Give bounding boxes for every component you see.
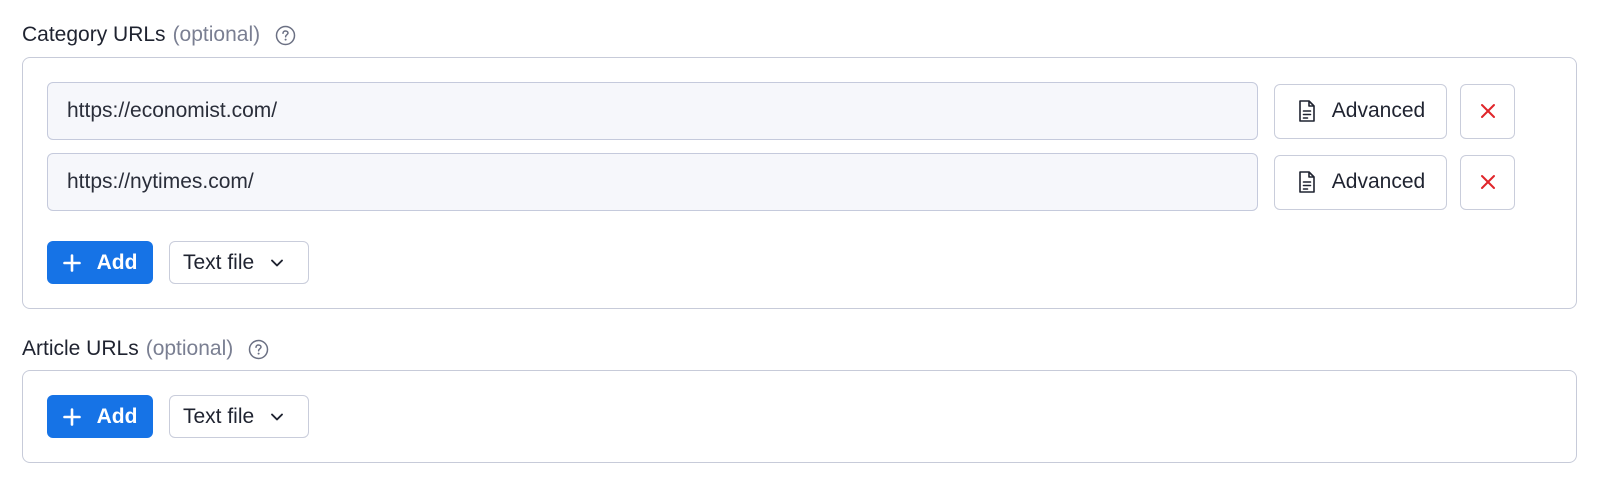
plus-icon [62,253,81,272]
article-actions: Add Text file [47,395,309,438]
question-circle-icon[interactable] [275,25,296,46]
article-urls-optional: (optional) [145,337,234,360]
document-icon [1296,99,1318,123]
category-urls-heading: Category URLs (optional) [22,20,296,50]
add-category-url-button[interactable]: Add [47,241,153,284]
category-urls-optional: (optional) [172,23,261,46]
chevron-down-icon [269,409,285,425]
article-urls-title: Article URLs [22,337,139,360]
article-input-type-select[interactable]: Text file [169,395,309,438]
url-row: Advanced [47,82,1515,140]
question-circle-icon[interactable] [248,339,269,360]
advanced-button[interactable]: Advanced [1274,154,1447,210]
document-icon [1296,170,1318,194]
add-label: Add [96,404,138,428]
select-value: Text file [183,250,255,274]
advanced-button[interactable]: Advanced [1274,83,1447,139]
article-urls-heading: Article URLs (optional) [22,334,269,364]
select-value: Text file [183,404,255,428]
category-input-type-select[interactable]: Text file [169,241,309,284]
close-icon [1479,102,1497,120]
add-label: Add [96,250,138,274]
close-icon [1479,173,1497,191]
url-row: Advanced [47,153,1515,211]
category-url-input[interactable] [47,82,1258,140]
article-urls-panel: Add Text file [22,370,1577,463]
remove-url-button[interactable] [1460,83,1515,139]
category-urls-panel: Advanced Advanced [22,57,1577,309]
chevron-down-icon [269,255,285,271]
category-urls-title: Category URLs [22,23,166,46]
add-article-url-button[interactable]: Add [47,395,153,438]
category-actions: Add Text file [47,241,309,284]
advanced-label: Advanced [1331,170,1426,193]
plus-icon [62,407,81,426]
category-url-input[interactable] [47,153,1258,211]
advanced-label: Advanced [1331,99,1426,122]
remove-url-button[interactable] [1460,154,1515,210]
